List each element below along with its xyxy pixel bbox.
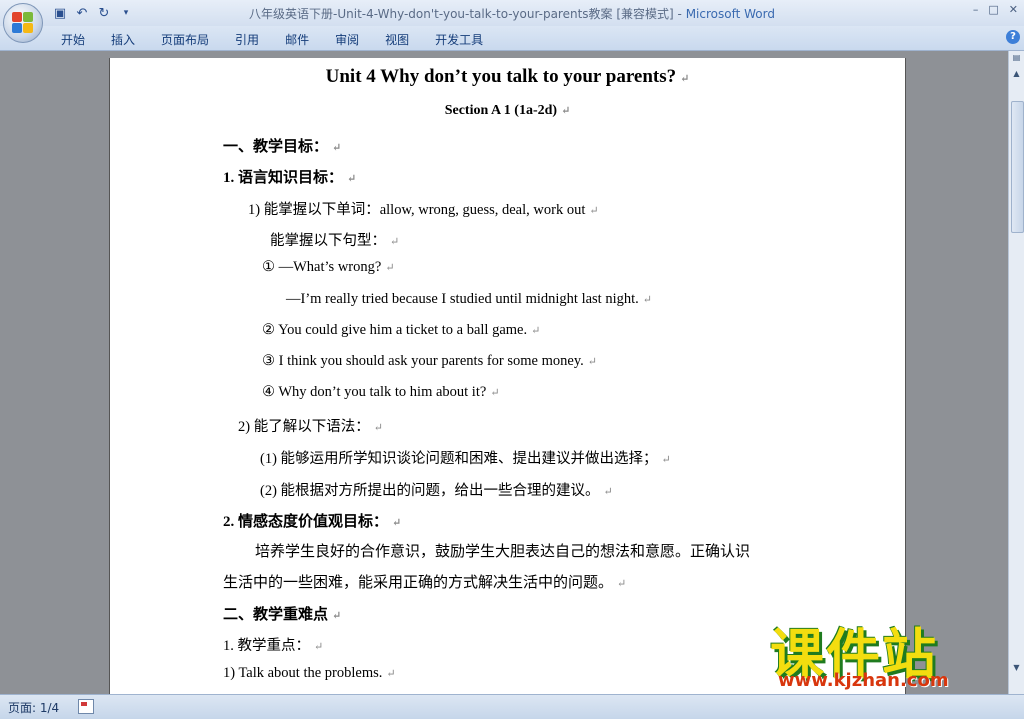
paragraph-sentence-2: ② You could give him a ticket to a ball … — [262, 322, 541, 338]
paragraph-key-point-1: 1) Talk about the problems. ↵ — [223, 665, 396, 681]
watermark-logo: 课件站 www.kjzhan.com — [760, 610, 1022, 694]
page-counter[interactable]: 页面: 1/4 — [8, 699, 59, 716]
paragraph-key-points: 1. 教学重点： ↵ — [223, 638, 324, 654]
paragraph-emotional-2: 生活中的一些困难，能采用正确的方式解决生活中的问题。 ↵ — [223, 575, 627, 591]
document-title: Unit 4 Why don’t you talk to your parent… — [325, 66, 690, 87]
paragraph-emotional-1: 培养学生良好的合作意识，鼓励学生大胆表达自己的想法和意愿。正确认识 — [255, 544, 751, 560]
office-button[interactable] — [3, 3, 43, 43]
tab-home[interactable]: 开始 — [48, 31, 98, 48]
window-title: 八年级英语下册-Unit-4-Why-don't-you-talk-to-you… — [0, 5, 1024, 22]
tab-mailings[interactable]: 邮件 — [272, 31, 322, 48]
paragraph-grammar-2: (2) 能根据对方所提出的问题，给出一些合理的建议。 ↵ — [260, 483, 613, 499]
title-bar: ▣ ↶ ↻ ▾ 八年级英语下册-Unit-4-Why-don't-you-tal… — [0, 0, 1024, 26]
proofing-icon[interactable] — [78, 699, 94, 714]
help-icon[interactable]: ? — [1006, 30, 1020, 44]
paragraph-sentence-4: ④ Why don’t you talk to him about it? ↵ — [262, 384, 500, 400]
paragraph-sentence-3: ③ I think you should ask your parents fo… — [262, 353, 597, 369]
tab-references[interactable]: 引用 — [222, 31, 272, 48]
paragraph-sentence-patterns: 能掌握以下句型： ↵ — [270, 233, 400, 249]
minimize-button[interactable]: – — [973, 3, 979, 16]
paragraph-sentence-1-answer: —I’m really tried because I studied unti… — [286, 291, 652, 307]
heading-key-points: 二、教学重难点 ↵ — [223, 607, 342, 623]
vertical-scrollbar[interactable]: ▤ ▲ ▼ — [1008, 51, 1024, 694]
heading-language-goals: 1. 语言知识目标： ↵ — [223, 170, 357, 186]
heading-teaching-goals: 一、教学目标： ↵ — [223, 139, 342, 155]
paragraph-grammar-1: (1) 能够运用所学知识谈论问题和困难、提出建议并做出选择； ↵ — [260, 451, 671, 467]
scrollbar-thumb[interactable] — [1011, 101, 1024, 233]
tab-view[interactable]: 视图 — [372, 31, 422, 48]
scroll-up-icon[interactable]: ▲ — [1011, 69, 1022, 79]
office-logo-icon — [12, 12, 34, 34]
ruler-toggle-icon[interactable]: ▤ — [1011, 53, 1022, 63]
window-controls: – □ ✕ — [973, 3, 1018, 16]
document-title: 八年级英语下册-Unit-4-Why-don't-you-talk-to-you… — [249, 7, 686, 21]
close-button[interactable]: ✕ — [1009, 3, 1018, 16]
tab-insert[interactable]: 插入 — [98, 31, 148, 48]
heading-emotional-goals: 2. 情感态度价值观目标： ↵ — [223, 514, 402, 530]
maximize-button[interactable]: □ — [988, 3, 998, 16]
document-subtitle: Section A 1 (1a-2d) ↵ — [444, 103, 571, 118]
tab-review[interactable]: 审阅 — [322, 31, 372, 48]
status-bar: 页面: 1/4 — [0, 694, 1024, 719]
document-page[interactable]: Unit 4 Why don’t you talk to your parent… — [110, 58, 905, 698]
paragraph-sentence-1: ① —What’s wrong? ↵ — [262, 259, 395, 275]
tab-page-layout[interactable]: 页面布局 — [148, 31, 222, 48]
app-name: Microsoft Word — [685, 7, 775, 21]
watermark-url: www.kjzhan.com — [778, 670, 949, 691]
tab-developer[interactable]: 开发工具 — [422, 31, 496, 48]
ribbon-tabs: 开始 插入 页面布局 引用 邮件 审阅 视图 开发工具 — [48, 31, 496, 48]
paragraph-grammar: 2) 能了解以下语法： ↵ — [238, 419, 383, 435]
paragraph-words: 1) 能掌握以下单词：allow, wrong, guess, deal, wo… — [248, 202, 599, 218]
